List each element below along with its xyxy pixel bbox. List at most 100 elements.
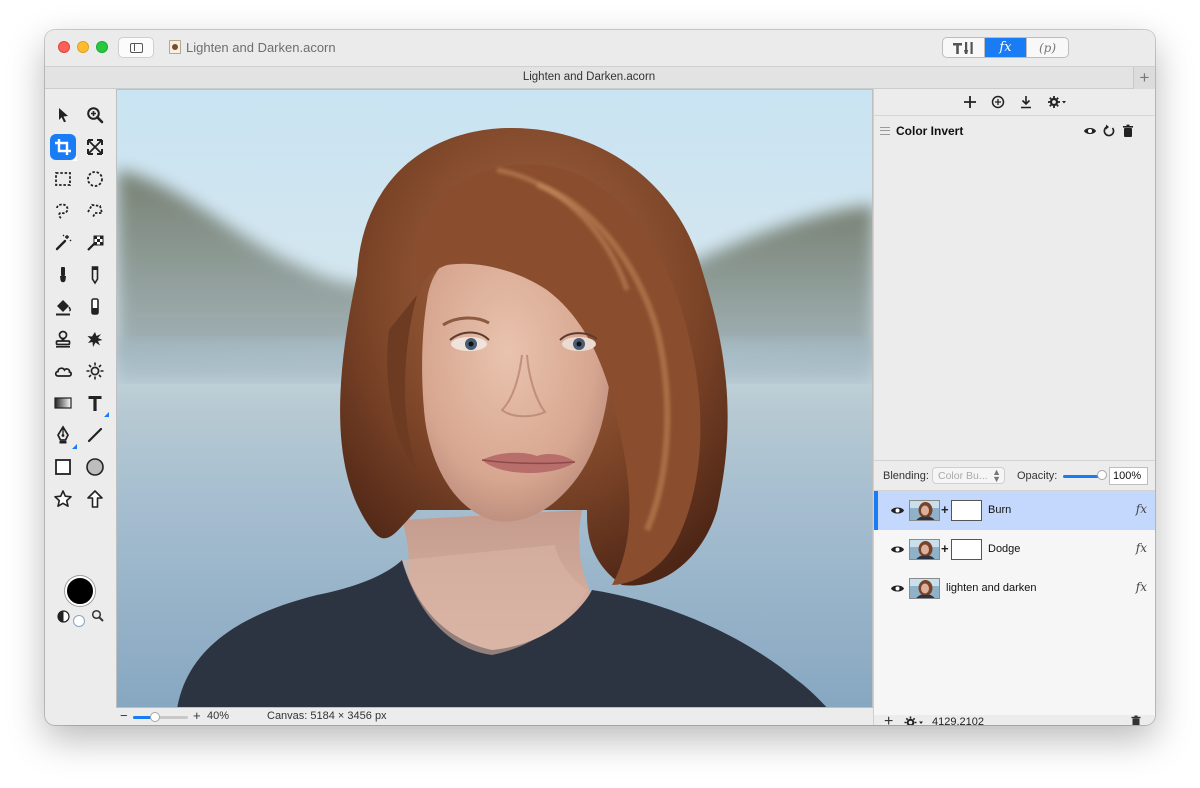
eye-icon[interactable] <box>890 504 905 517</box>
layer-mask-thumbnail[interactable] <box>951 500 982 521</box>
splatter-icon <box>87 332 103 347</box>
layer-name: Burn <box>988 504 1012 516</box>
star-tool[interactable] <box>50 486 76 512</box>
circle-tool[interactable] <box>82 454 108 480</box>
pencil-tool[interactable] <box>82 262 108 288</box>
trash-icon[interactable] <box>1121 124 1135 138</box>
opacity-field[interactable]: 100% <box>1109 467 1148 485</box>
clone-tool[interactable] <box>50 326 76 352</box>
tools-palette-button[interactable] <box>943 38 984 57</box>
toggle-sidebar-button[interactable] <box>118 37 154 58</box>
zoom-level: 40% <box>207 710 230 722</box>
minimize-window-button[interactable] <box>77 41 89 53</box>
pencil-icon <box>91 266 99 285</box>
properties-palette-button[interactable]: (p) <box>1026 38 1068 57</box>
apply-filter-button[interactable] <box>1017 93 1035 111</box>
magnifier-plus-icon <box>87 107 104 124</box>
eraser-tool[interactable] <box>82 294 108 320</box>
effects-brush-tool[interactable] <box>82 326 108 352</box>
document-tab[interactable]: Lighten and Darken.acorn <box>45 71 1133 83</box>
zoom-slider-knob[interactable] <box>150 712 160 722</box>
close-window-button[interactable] <box>58 41 70 53</box>
arrow-shape-tool[interactable] <box>82 486 108 512</box>
filter-presets-icon <box>991 95 1005 109</box>
image-canvas[interactable] <box>116 89 873 708</box>
text-tool[interactable] <box>82 390 109 417</box>
download-arrow-icon <box>1021 96 1031 109</box>
fx-label: fx <box>999 40 1012 55</box>
brush-tool[interactable] <box>50 262 76 288</box>
rect-select-tool[interactable] <box>50 166 76 192</box>
circle-shape-icon <box>86 458 104 476</box>
opacity-slider[interactable] <box>1063 475 1101 478</box>
lasso-icon <box>56 203 69 219</box>
gradient-tool[interactable] <box>50 390 76 416</box>
filter-row[interactable]: Color Invert <box>874 121 1155 141</box>
rectangle-shape-icon <box>55 459 71 475</box>
trash-icon[interactable] <box>1130 715 1142 725</box>
transform-tool[interactable] <box>82 134 108 160</box>
reset-icon[interactable] <box>1102 124 1116 138</box>
dodge-tool[interactable] <box>82 358 108 384</box>
filter-settings-button[interactable] <box>1045 93 1069 111</box>
eye-icon[interactable] <box>1083 124 1097 138</box>
window-title: Lighten and Darken.acorn <box>186 40 336 55</box>
layer-fx-button[interactable]: fx <box>1136 580 1147 594</box>
filter-presets-button[interactable] <box>989 93 1007 111</box>
tool-submenu-indicator <box>104 412 109 417</box>
eye-icon[interactable] <box>890 543 905 556</box>
mask-link-icon: + <box>941 502 949 517</box>
background-color-well[interactable] <box>73 615 85 627</box>
new-tab-button[interactable]: + <box>1133 67 1155 89</box>
chevron-updown-icon: ▲ ▼ <box>992 467 1001 484</box>
gear-icon[interactable] <box>904 716 926 725</box>
portrait-thumbnail-image <box>910 540 939 559</box>
layer-row[interactable]: + Dodge fx <box>874 530 1155 569</box>
zoom-window-button[interactable] <box>96 41 108 53</box>
opacity-slider-knob[interactable] <box>1097 470 1107 480</box>
paintbrush-icon <box>60 267 66 283</box>
foreground-color-well[interactable] <box>65 576 95 606</box>
zoom-out-button[interactable]: − <box>120 708 128 724</box>
paint-bucket-icon <box>56 300 72 316</box>
layer-fx-button[interactable]: fx <box>1136 502 1147 516</box>
layer-row[interactable]: lighten and darken fx <box>874 569 1155 608</box>
portrait-photo <box>117 90 872 707</box>
color-picker-magnifier-icon[interactable] <box>91 609 104 622</box>
status-bar: − + 40% Canvas: 5184 × 3456 px <box>116 708 873 725</box>
layer-name: Dodge <box>988 543 1021 555</box>
paint-bucket-tool[interactable] <box>50 294 76 320</box>
eye-icon[interactable] <box>890 582 905 595</box>
line-tool[interactable] <box>82 422 108 448</box>
document-tab-bar: Lighten and Darken.acorn + <box>45 66 1155 89</box>
bezier-pen-icon <box>57 425 69 444</box>
magic-wand-tool[interactable] <box>50 230 76 256</box>
layer-thumbnail <box>909 578 940 599</box>
layer-row[interactable]: + Burn fx <box>874 491 1155 530</box>
plus-icon <box>964 96 976 108</box>
layer-mask-thumbnail[interactable] <box>951 539 982 560</box>
filter-list: Color Invert <box>874 115 1155 460</box>
add-layer-button[interactable]: + <box>884 714 893 726</box>
portrait-thumbnail-image <box>910 501 939 520</box>
drag-handle-icon[interactable] <box>880 127 890 135</box>
rectangle-tool[interactable] <box>50 454 76 480</box>
swap-colors-icon[interactable] <box>57 610 70 623</box>
zoom-slider[interactable] <box>133 712 188 722</box>
blend-mode-select[interactable]: Color Bu... ▲ ▼ <box>932 467 1005 484</box>
layer-fx-button[interactable]: fx <box>1136 541 1147 555</box>
zoom-in-button[interactable]: + <box>193 708 201 724</box>
select-tool[interactable] <box>50 102 76 128</box>
add-filter-button[interactable] <box>961 93 979 111</box>
crop-tool[interactable] <box>50 134 77 161</box>
canvas-size-label: Canvas: 5184 × 3456 px <box>267 710 387 722</box>
pen-tool[interactable] <box>50 422 77 449</box>
polygon-lasso-tool[interactable] <box>82 198 108 224</box>
burn-tool[interactable] <box>50 358 76 384</box>
zoom-tool[interactable] <box>82 102 108 128</box>
filters-palette-button[interactable]: fx <box>984 38 1026 57</box>
ellipse-select-tool[interactable] <box>82 166 108 192</box>
lasso-tool[interactable] <box>50 198 76 224</box>
blending-label: Blending: <box>883 470 929 482</box>
instant-alpha-tool[interactable] <box>82 230 108 256</box>
